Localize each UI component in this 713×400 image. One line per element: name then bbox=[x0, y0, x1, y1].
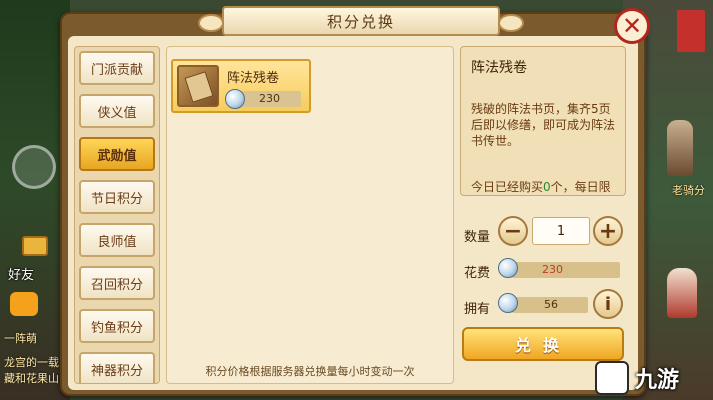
item-name: 阵法残卷 bbox=[227, 71, 280, 86]
tab-festival-points[interactable]: 节日积分 bbox=[79, 180, 155, 214]
coin-icon bbox=[225, 89, 245, 109]
watermark-text: 九游 bbox=[635, 368, 680, 393]
purchase-limit: 今日已经购买0个，每日限制购买10个 bbox=[471, 180, 611, 194]
item-price: 230 bbox=[259, 92, 280, 105]
owned-value: 56 bbox=[544, 298, 558, 311]
tab-military-merit[interactable]: 武勋值 bbox=[79, 137, 155, 171]
npc-figure[interactable] bbox=[667, 268, 697, 318]
dialog-title: 积分兑换 bbox=[326, 12, 395, 31]
chat-icon[interactable] bbox=[10, 292, 38, 316]
npc-figure[interactable] bbox=[667, 120, 693, 176]
coin-icon bbox=[498, 258, 518, 278]
tab-chivalry[interactable]: 侠义值 bbox=[79, 94, 155, 128]
chat-line: 龙宫的一载 bbox=[4, 356, 59, 369]
category-tabs: 门派贡献 侠义值 武勋值 节日积分 良师值 召回积分 钓鱼积分 神器积分 bbox=[74, 46, 160, 384]
tab-sect-contribution[interactable]: 门派贡献 bbox=[79, 51, 155, 85]
item-list: 阵法残卷 230 积分价格根据服务器兑换量每小时变动一次 bbox=[166, 46, 454, 384]
minus-icon: − bbox=[503, 218, 523, 244]
joystick-button[interactable] bbox=[12, 145, 56, 189]
npc-name-label: 老骑分 bbox=[672, 184, 705, 197]
tab-mentor-points[interactable]: 良师值 bbox=[79, 223, 155, 257]
info-button[interactable]: i bbox=[593, 289, 623, 319]
item-card[interactable]: 阵法残卷 230 bbox=[171, 59, 311, 113]
quantity-label: 数量 bbox=[464, 230, 491, 245]
close-icon: ✕ bbox=[621, 12, 643, 40]
exchange-dialog: 积分兑换 ✕ 门派贡献 侠义值 武勋值 节日积分 良师值 召回积分 钓鱼积分 神… bbox=[60, 6, 650, 396]
flag-decoration bbox=[677, 10, 705, 52]
watermark: 九游 bbox=[595, 360, 707, 396]
increase-quantity-button[interactable]: + bbox=[593, 216, 623, 246]
price-notice: 积分价格根据服务器兑换量每小时变动一次 bbox=[205, 365, 415, 378]
tab-fishing-points[interactable]: 钓鱼积分 bbox=[79, 309, 155, 343]
cost-bar bbox=[512, 262, 620, 278]
cost-value: 230 bbox=[542, 263, 563, 276]
detail-description: 残破的阵法书页，集齐5页后即以修缮，即可成为阵法书传世。 bbox=[471, 102, 616, 148]
decrease-quantity-button[interactable]: − bbox=[498, 216, 528, 246]
mail-icon[interactable] bbox=[22, 236, 48, 256]
friend-label[interactable]: 好友 bbox=[8, 264, 34, 283]
plus-icon: + bbox=[598, 218, 618, 244]
detail-title: 阵法残卷 bbox=[471, 60, 527, 76]
scroll-icon bbox=[177, 65, 219, 107]
jiuyou-logo-icon bbox=[595, 361, 629, 395]
chat-line: 一阵萌 bbox=[4, 332, 37, 345]
item-detail-panel: 阵法残卷 残破的阵法书页，集齐5页后即以修缮，即可成为阵法书传世。 今日已经购买… bbox=[460, 46, 626, 196]
exchange-button[interactable]: 兑换 bbox=[462, 327, 624, 361]
tab-artifact-points[interactable]: 神器积分 bbox=[79, 352, 155, 383]
close-button[interactable]: ✕ bbox=[614, 8, 650, 44]
info-icon: i bbox=[604, 293, 612, 315]
owned-label: 拥有 bbox=[464, 302, 491, 317]
coin-icon bbox=[498, 293, 518, 313]
cost-label: 花费 bbox=[464, 266, 491, 281]
title-bar: 积分兑换 bbox=[198, 6, 524, 36]
tab-recall-points[interactable]: 召回积分 bbox=[79, 266, 155, 300]
chat-line: 藏和花果山 bbox=[4, 372, 59, 385]
quantity-input[interactable] bbox=[532, 217, 590, 245]
